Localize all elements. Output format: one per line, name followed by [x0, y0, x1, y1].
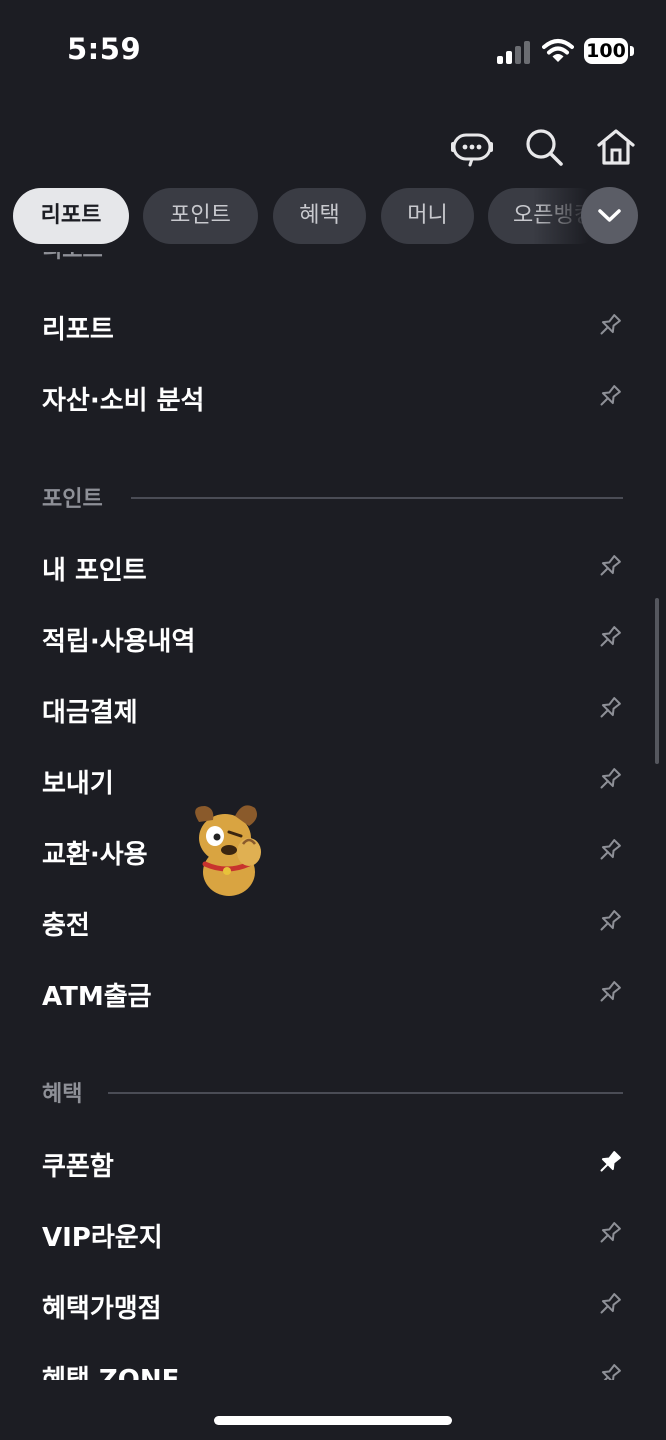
tab-benefit[interactable]: 혜택 — [273, 188, 366, 244]
top-action-bar — [450, 125, 638, 169]
menu-item-asset-analysis[interactable]: 자산·소비 분석 — [0, 366, 666, 426]
section-divider — [131, 497, 623, 499]
menu-item-send[interactable]: 보내기 — [0, 749, 666, 809]
section-title-benefit: 혜택 — [42, 1082, 83, 1107]
battery-icon: 100 — [584, 38, 628, 64]
pin-icon[interactable] — [596, 1219, 624, 1247]
section-header-benefit: 혜택 — [0, 1072, 666, 1112]
menu-item-label: 적립·사용내역 — [42, 627, 196, 657]
home-icon[interactable] — [594, 125, 638, 169]
menu-item-label: 혜택 ZONE — [42, 1365, 180, 1380]
battery-cap — [630, 46, 634, 56]
menu-item-label: 쿠폰함 — [42, 1152, 114, 1182]
menu-item-label: VIP라운지 — [42, 1223, 163, 1253]
section-title-point: 포인트 — [42, 487, 103, 512]
pin-icon[interactable] — [596, 765, 624, 793]
menu-item-report[interactable]: 리포트 — [0, 295, 666, 355]
section-title-report: 리포트 — [42, 252, 103, 264]
wifi-icon — [542, 39, 574, 62]
pin-icon[interactable] — [596, 311, 624, 339]
menu-item-exchange[interactable]: 교환·사용 — [0, 820, 666, 880]
menu-item-point-history[interactable]: 적립·사용내역 — [0, 607, 666, 667]
menu-item-coupon-box[interactable]: 쿠폰함 — [0, 1132, 666, 1192]
tab-report[interactable]: 리포트 — [13, 188, 129, 244]
pin-icon[interactable] — [596, 978, 624, 1006]
menu-item-charge[interactable]: 충전 — [0, 891, 666, 951]
menu-item-label: 충전 — [42, 911, 90, 941]
tab-point[interactable]: 포인트 — [143, 188, 258, 244]
status-time: 5:59 — [67, 32, 142, 66]
menu-item-label: 내 포인트 — [42, 556, 147, 586]
pin-icon[interactable] — [596, 623, 624, 651]
menu-item-benefit-merchants[interactable]: 혜택가맹점 — [0, 1274, 666, 1334]
pin-icon[interactable] — [596, 1361, 624, 1380]
menu-item-label: 대금결제 — [42, 698, 138, 728]
status-bar: 5:59 100 — [0, 0, 666, 100]
search-icon[interactable] — [522, 125, 566, 169]
cellular-signal-icon — [497, 40, 533, 64]
menu-list[interactable]: 리포트 리포트 자산·소비 분석 포인트 내 포인트 적립·사용내역 대금결제 … — [0, 252, 666, 1380]
chevron-down-icon — [598, 209, 621, 222]
menu-item-vip-lounge[interactable]: VIP라운지 — [0, 1203, 666, 1263]
pin-icon[interactable] — [596, 694, 624, 722]
pin-filled-icon[interactable] — [596, 1148, 624, 1176]
menu-item-label: 자산·소비 분석 — [42, 386, 205, 416]
pin-icon[interactable] — [596, 552, 624, 580]
pin-icon[interactable] — [596, 836, 624, 864]
menu-item-my-point[interactable]: 내 포인트 — [0, 536, 666, 596]
menu-item-label: 교환·사용 — [42, 840, 148, 870]
dog-mascot-icon — [195, 805, 261, 896]
menu-item-label: 리포트 — [42, 315, 114, 345]
menu-item-label: 혜택가맹점 — [42, 1294, 162, 1324]
expand-tabs-button[interactable] — [581, 187, 638, 244]
section-divider — [108, 1092, 623, 1094]
menu-item-label: 보내기 — [42, 769, 114, 799]
menu-item-label: ATM출금 — [42, 982, 152, 1012]
chatbot-icon[interactable] — [450, 125, 494, 169]
section-header-point: 포인트 — [0, 477, 666, 517]
pin-icon[interactable] — [596, 907, 624, 935]
tab-money[interactable]: 머니 — [381, 188, 474, 244]
pin-icon[interactable] — [596, 382, 624, 410]
home-indicator[interactable] — [214, 1416, 452, 1425]
menu-item-bill-payment[interactable]: 대금결제 — [0, 678, 666, 738]
category-tabs: 리포트 포인트 혜택 머니 오픈뱅킹 — [13, 187, 653, 245]
pin-icon[interactable] — [596, 1290, 624, 1318]
scrollbar[interactable] — [655, 598, 659, 764]
menu-item-benefit-zone[interactable]: 혜택 ZONE — [0, 1345, 666, 1380]
menu-item-atm[interactable]: ATM출금 — [0, 962, 666, 1022]
